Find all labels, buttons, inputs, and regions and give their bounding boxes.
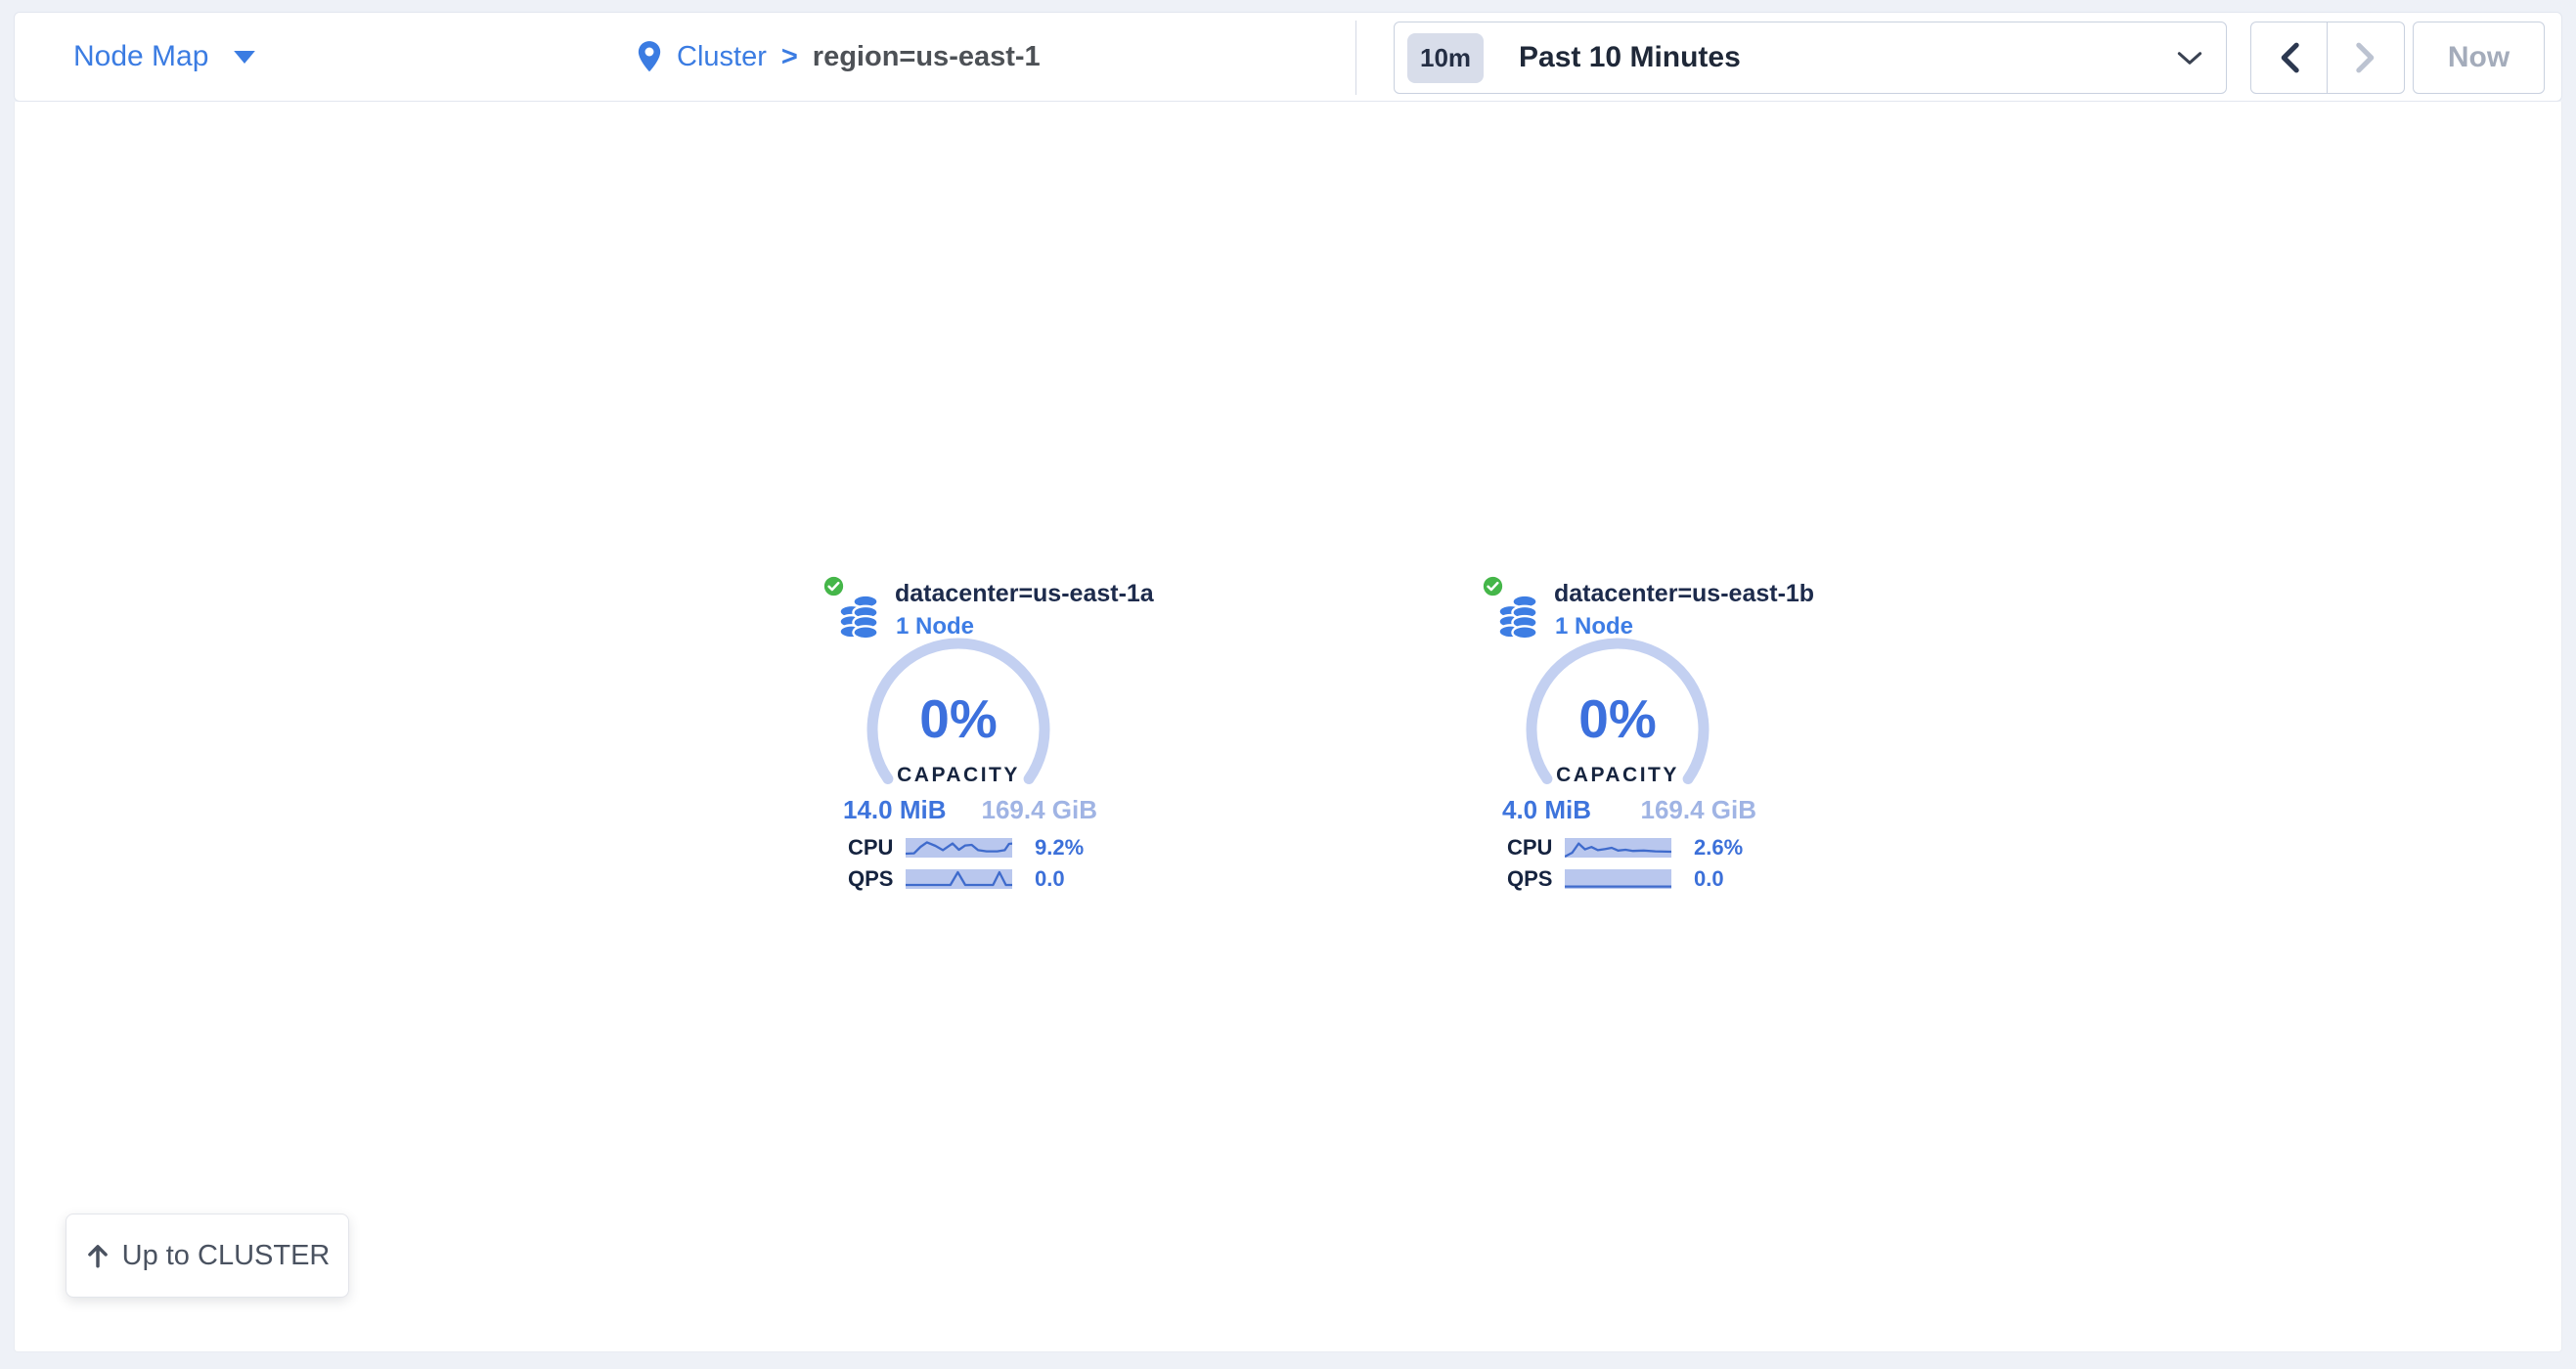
up-to-cluster-label: Up to CLUSTER: [122, 1240, 331, 1272]
cpu-label: CPU: [1507, 835, 1565, 861]
time-range-picker[interactable]: 10m Past 10 Minutes: [1394, 22, 2227, 94]
health-check-icon: [822, 574, 846, 598]
qps-label: QPS: [1507, 866, 1565, 892]
caret-down-icon: [234, 51, 255, 64]
health-check-icon: [1481, 574, 1505, 598]
up-to-cluster-button[interactable]: Up to CLUSTER: [66, 1214, 349, 1298]
qps-value: 0.0: [1035, 866, 1065, 892]
chevron-right-icon: [2356, 42, 2376, 73]
datacenter-group-us-east-1b[interactable]: datacenter=us-east-1b 1 Node 0% CAPACITY…: [1481, 572, 1774, 909]
capacity-total: 169.4 GiB: [1640, 795, 1756, 825]
qps-metric-row: QPS 0.0: [1481, 863, 1774, 895]
capacity-percent: 0%: [861, 692, 1056, 746]
qps-sparkline: [906, 869, 1012, 889]
cpu-label: CPU: [848, 835, 906, 861]
capacity-used: 14.0 MiB: [843, 795, 947, 825]
time-prev-button[interactable]: [2250, 22, 2328, 94]
breadcrumb-separator: >: [781, 41, 798, 73]
cpu-metric-row: CPU 9.2%: [822, 832, 1115, 863]
location-pin-icon: [637, 40, 662, 73]
qps-value: 0.0: [1694, 866, 1724, 892]
capacity-usage-row: 14.0 MiB 169.4 GiB: [822, 795, 1115, 825]
view-selector-label: Node Map: [73, 40, 208, 73]
qps-sparkline: [1565, 869, 1671, 889]
topbar-divider: [1355, 21, 1356, 95]
capacity-total: 169.4 GiB: [981, 795, 1097, 825]
arrow-up-icon: [85, 1242, 111, 1269]
cpu-sparkline: [906, 838, 1012, 858]
qps-metric-row: QPS 0.0: [822, 863, 1115, 895]
breadcrumb: Cluster > region=us-east-1: [637, 13, 1041, 101]
qps-label: QPS: [848, 866, 906, 892]
topbar: Node Map Cluster > region=us-east-1 10m …: [14, 12, 2562, 102]
node-map-canvas: [14, 102, 2562, 1352]
capacity-used: 4.0 MiB: [1502, 795, 1591, 825]
breadcrumb-cluster-link[interactable]: Cluster: [677, 41, 767, 73]
capacity-gauge: 0% CAPACITY: [861, 636, 1056, 802]
cpu-metric-row: CPU 2.6%: [1481, 832, 1774, 863]
cpu-value: 2.6%: [1694, 835, 1743, 861]
chevron-left-icon: [2280, 42, 2299, 73]
time-range-badge: 10m: [1407, 33, 1484, 83]
datacenter-title: datacenter=us-east-1a: [895, 580, 1154, 608]
metrics: CPU 9.2% QPS 0.0: [822, 832, 1115, 895]
time-nav-arrows: [2250, 22, 2405, 94]
time-next-button[interactable]: [2328, 22, 2405, 94]
node-map-page: Node Map Cluster > region=us-east-1 10m …: [0, 0, 2576, 1369]
capacity-gauge: 0% CAPACITY: [1520, 636, 1715, 802]
time-range-label: Past 10 Minutes: [1519, 41, 1741, 74]
datacenter-title: datacenter=us-east-1b: [1554, 580, 1814, 608]
capacity-label: CAPACITY: [1520, 764, 1715, 787]
view-selector[interactable]: Node Map: [73, 13, 255, 101]
cpu-sparkline: [1565, 838, 1671, 858]
chevron-down-icon: [2177, 51, 2202, 66]
capacity-percent: 0%: [1520, 692, 1715, 746]
now-button[interactable]: Now: [2413, 22, 2545, 94]
datacenter-group-us-east-1a[interactable]: datacenter=us-east-1a 1 Node 0% CAPACITY…: [822, 572, 1115, 909]
capacity-usage-row: 4.0 MiB 169.4 GiB: [1481, 795, 1774, 825]
cpu-value: 9.2%: [1035, 835, 1084, 861]
capacity-label: CAPACITY: [861, 764, 1056, 787]
metrics: CPU 2.6% QPS 0.0: [1481, 832, 1774, 895]
breadcrumb-current: region=us-east-1: [813, 41, 1041, 73]
